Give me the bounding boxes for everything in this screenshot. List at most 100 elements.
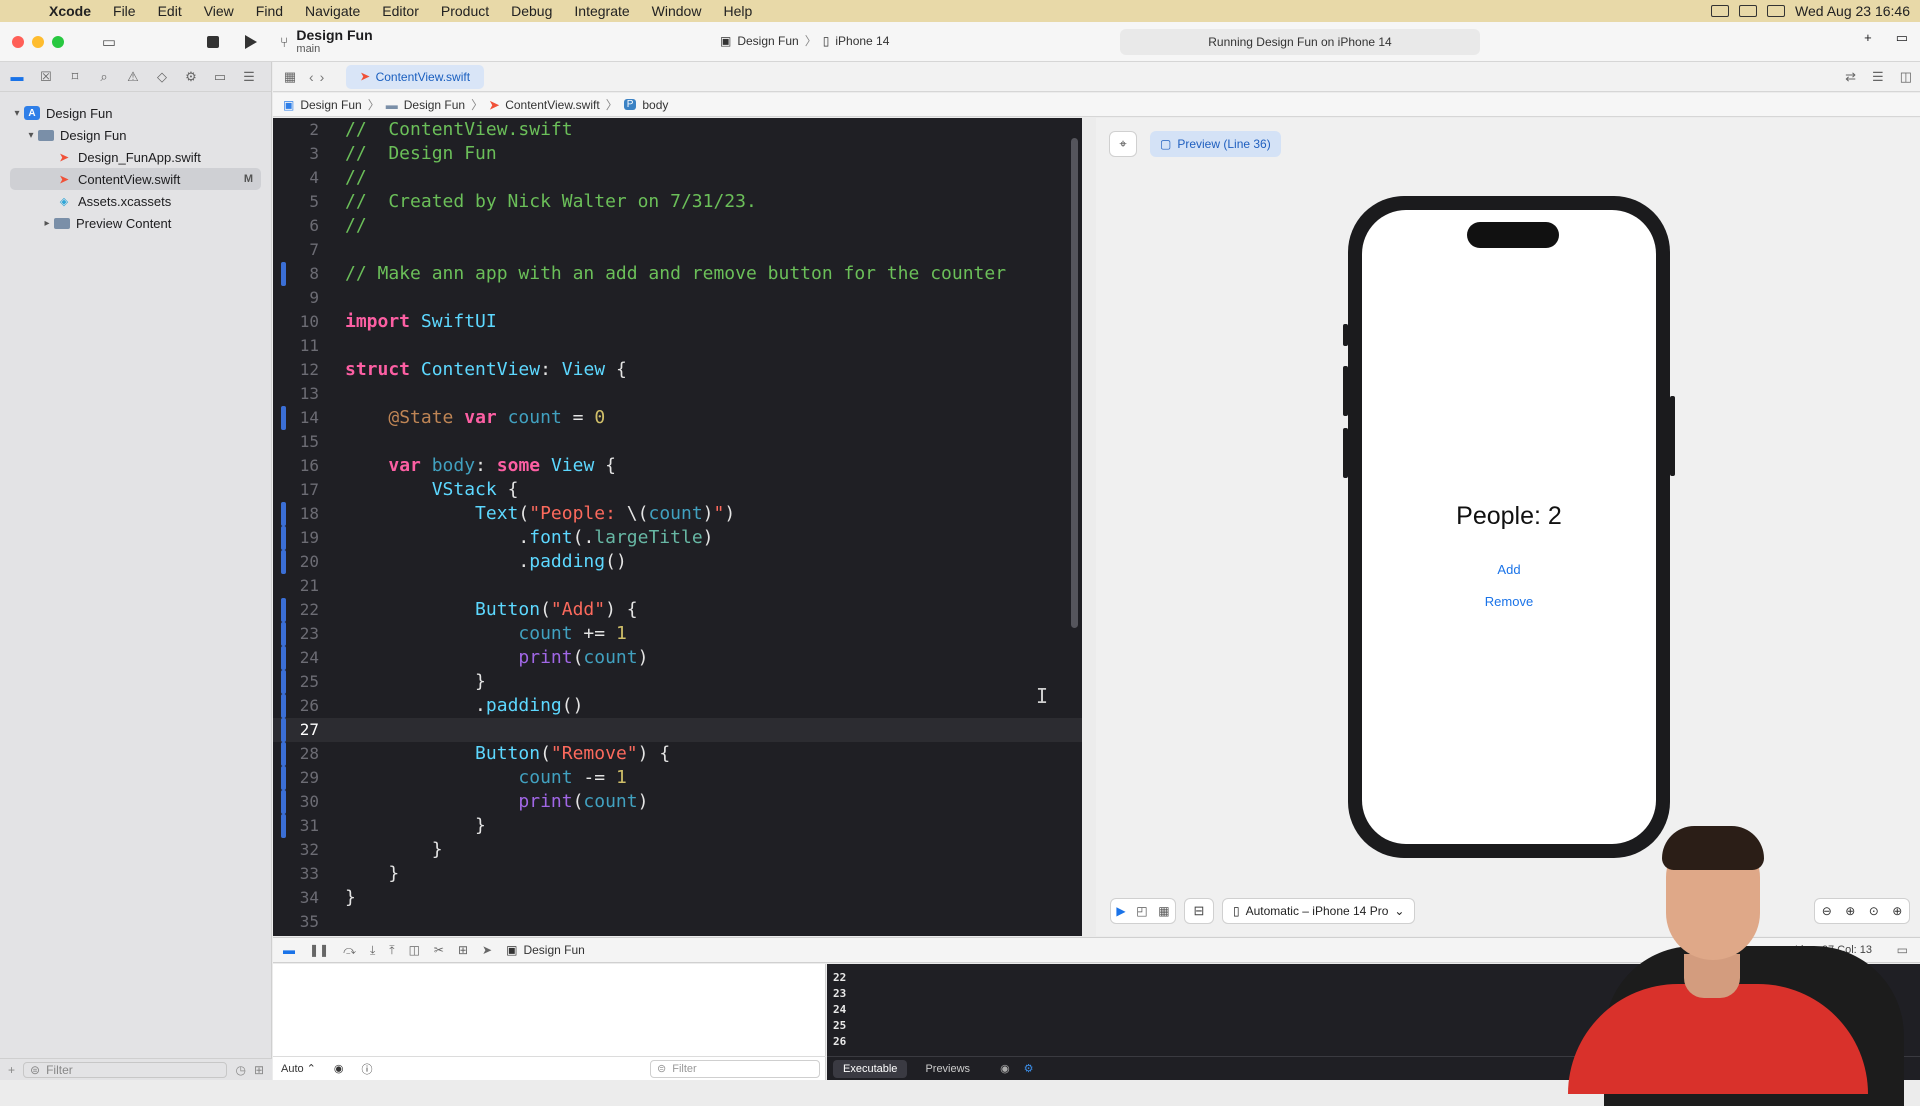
line-number[interactable]: 5 [273, 190, 329, 214]
code-line[interactable]: 20 .padding() [273, 550, 1082, 574]
chevron-right-icon[interactable]: ▸ [40, 218, 54, 229]
clock[interactable]: Wed Aug 23 16:46 [1795, 3, 1910, 19]
filter-options-icon[interactable]: ⊞ [254, 1063, 264, 1077]
source-editor[interactable]: 2// ContentView.swift 3// Design Fun 4//5/… [273, 118, 1082, 936]
line-number[interactable]: 3 [273, 142, 329, 166]
run-button[interactable] [238, 30, 264, 54]
breadcrumb-file[interactable]: ContentView.swift [505, 98, 600, 112]
folder-icon[interactable]: ▬ [8, 68, 26, 86]
code-line[interactable]: 33 } [273, 862, 1082, 886]
menu-window[interactable]: Window [641, 3, 713, 19]
line-number[interactable]: 24 [273, 646, 329, 670]
line-number[interactable]: 31 [273, 814, 329, 838]
line-number[interactable]: 33 [273, 862, 329, 886]
change-indicator[interactable] [281, 526, 286, 550]
warning-icon[interactable]: ⚠ [124, 68, 142, 86]
add-library-icon[interactable]: + [1864, 30, 1872, 46]
add-file-icon[interactable]: + [8, 1063, 15, 1077]
selectable-mode-icon[interactable]: ◰ [1136, 904, 1147, 918]
code-text[interactable]: .font(.largeTitle) [329, 526, 713, 550]
code-text[interactable]: import SwiftUI [329, 310, 497, 334]
code-text[interactable]: count -= 1 [329, 766, 626, 790]
line-number[interactable]: 11 [273, 334, 329, 358]
code-line[interactable]: 21 [273, 574, 1082, 598]
line-number[interactable]: 9 [273, 286, 329, 310]
breadcrumb-group[interactable]: Design Fun [404, 98, 465, 112]
line-number[interactable]: 22 [273, 598, 329, 622]
code-text[interactable]: // Make ann app with an add and remove b… [329, 262, 1006, 286]
code-text[interactable]: print(count) [329, 790, 648, 814]
code-line[interactable]: 26 .padding() [273, 694, 1082, 718]
project-title[interactable]: ⑂ Design Fun main [280, 28, 373, 56]
tab-executable[interactable]: Executable [833, 1059, 908, 1078]
grid-icon[interactable]: ▦ [281, 68, 299, 86]
navigator-filter-input[interactable]: ⊜ Filter [23, 1061, 228, 1078]
line-number[interactable]: 19 [273, 526, 329, 550]
change-indicator[interactable] [281, 598, 286, 622]
change-indicator[interactable] [281, 406, 286, 430]
code-text[interactable] [329, 286, 345, 310]
code-line[interactable]: 31 } [273, 814, 1082, 838]
menu-editor[interactable]: Editor [371, 3, 430, 19]
stop-button[interactable] [200, 30, 226, 54]
line-number[interactable]: 20 [273, 550, 329, 574]
code-text[interactable]: .padding() [329, 694, 583, 718]
device-settings-icon[interactable]: ⊟ [1184, 898, 1214, 924]
code-line[interactable]: 13 [273, 382, 1082, 406]
code-text[interactable]: Text("People: \(count)") [329, 502, 735, 526]
line-number[interactable]: 17 [273, 478, 329, 502]
change-indicator[interactable] [281, 670, 286, 694]
line-number[interactable]: 21 [273, 574, 329, 598]
change-indicator[interactable] [281, 262, 286, 286]
code-line[interactable]: 2// ContentView.swift [273, 118, 1082, 142]
code-text[interactable]: } [329, 814, 486, 838]
menu-find[interactable]: Find [245, 3, 294, 19]
debug-process[interactable]: ▣ Design Fun [506, 943, 585, 957]
code-text[interactable]: count += 1 [329, 622, 626, 646]
preview-selector[interactable]: ▢ Preview (Line 36) [1150, 131, 1281, 157]
code-text[interactable] [329, 382, 345, 406]
change-indicator[interactable] [281, 646, 286, 670]
code-text[interactable] [329, 574, 345, 598]
tree-item-assets[interactable]: ◈ Assets.xcassets [0, 190, 271, 212]
change-indicator[interactable] [281, 766, 286, 790]
variables-scope-selector[interactable]: Auto ⌃ [281, 1062, 316, 1075]
scheme-selector[interactable]: ▣ Design Fun 〉 ▯ iPhone 14 [720, 32, 889, 49]
tree-item-contentview[interactable]: ➤ ContentView.swift M [10, 168, 261, 190]
report-icon[interactable]: ☰ [240, 68, 258, 86]
code-line[interactable]: 5// Created by Nick Walter on 7/31/23. [273, 190, 1082, 214]
filter-settings-icon[interactable]: ⚙ [1024, 1062, 1034, 1075]
editor-scrollbar[interactable] [1071, 138, 1078, 628]
line-number[interactable]: 30 [273, 790, 329, 814]
tree-item-app-file[interactable]: ➤ Design_FunApp.swift [0, 146, 271, 168]
line-number[interactable]: 23 [273, 622, 329, 646]
code-line[interactable]: 16 var body: some View { [273, 454, 1082, 478]
step-out-icon[interactable]: ⤒ [389, 943, 394, 958]
line-number[interactable]: 16 [273, 454, 329, 478]
line-number[interactable]: 28 [273, 742, 329, 766]
menu-debug[interactable]: Debug [500, 3, 563, 19]
code-line[interactable]: 8// Make ann app with an add and remove … [273, 262, 1082, 286]
code-line[interactable]: 11 [273, 334, 1082, 358]
tree-item-project[interactable]: ▾ A Design Fun [0, 102, 271, 124]
code-line[interactable]: 14 @State var count = 0 [273, 406, 1082, 430]
variants-icon[interactable]: ▦ [1158, 904, 1169, 918]
code-text[interactable]: // Created by Nick Walter on 7/31/23. [329, 190, 757, 214]
change-indicator[interactable] [281, 502, 286, 526]
code-text[interactable] [329, 238, 345, 262]
change-indicator[interactable] [281, 742, 286, 766]
line-number[interactable]: 8 [273, 262, 329, 286]
preview-remove-button[interactable]: Remove [1362, 594, 1656, 609]
code-line[interactable]: 17 VStack { [273, 478, 1082, 502]
line-number[interactable]: 29 [273, 766, 329, 790]
code-text[interactable] [329, 334, 345, 358]
line-number[interactable]: 6 [273, 214, 329, 238]
view-hierarchy-icon[interactable]: ◫ [409, 943, 420, 957]
code-line[interactable]: 32 } [273, 838, 1082, 862]
code-line[interactable]: 19 .font(.largeTitle) [273, 526, 1082, 550]
line-number[interactable]: 4 [273, 166, 329, 190]
line-number[interactable]: 12 [273, 358, 329, 382]
recent-files-icon[interactable]: ◷ [235, 1063, 245, 1077]
code-text[interactable]: } [329, 886, 356, 910]
swap-icon[interactable]: ⇄ [1845, 69, 1856, 85]
